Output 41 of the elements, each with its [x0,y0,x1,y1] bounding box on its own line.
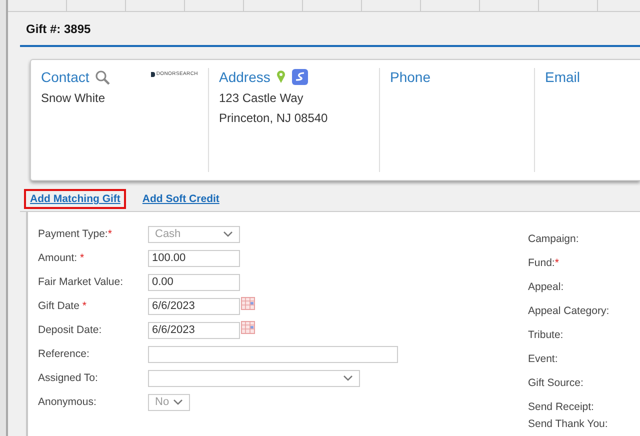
field-label: Send Receipt: [528,400,595,415]
input-field[interactable]: 100.00 [148,250,240,266]
field-label: Send Thank You: [528,417,609,432]
field-label: Fund:* [528,256,560,271]
field-label: Campaign: [528,232,580,247]
field-label: Amount: * [38,252,86,264]
contact-detail: Princeton, NJ 08540 [219,110,329,128]
action-link[interactable]: Add Soft Credit [138,191,224,207]
contact-detail: Snow White [41,90,106,108]
field-label: Event: [528,352,559,367]
column-heading: Address [219,69,270,86]
input-field[interactable]: 0.00 [148,274,240,290]
column-heading: Phone [390,69,430,86]
chevron-down-icon [173,399,183,405]
chevron-down-icon [343,375,353,381]
field-label: Assigned To: [38,372,99,384]
dropdown[interactable] [148,370,360,386]
date-field[interactable]: 6/6/2023 [148,322,240,338]
input-field[interactable] [148,346,398,362]
map-pin-icon[interactable] [276,70,286,84]
field-label: Gift Source: [528,376,584,391]
field-label: Fair Market Value: [38,276,124,288]
chevron-down-icon [223,231,233,237]
field-label: Appeal Category: [528,304,610,319]
field-label: Deposit Date: [38,324,103,336]
field-label: Reference: [38,348,90,360]
field-label: Anonymous: [38,396,98,408]
contact-detail: 123 Castle Way [219,90,304,108]
gift-title: Gift #: 3895 [26,22,91,36]
field-label: Gift Date * [38,300,88,312]
action-link[interactable]: Add Matching Gift [26,191,124,207]
calendar-icon[interactable] [241,321,255,334]
field-label: Tribute: [528,328,564,343]
calendar-icon[interactable] [241,297,255,310]
date-field[interactable]: 6/6/2023 [148,298,240,314]
column-heading: Email [545,69,580,86]
field-label: Appeal: [528,280,565,295]
field-label: Payment Type:* [38,228,113,240]
search-icon[interactable] [95,70,110,85]
column-heading: Contact [41,69,90,86]
route-icon[interactable] [292,69,308,86]
